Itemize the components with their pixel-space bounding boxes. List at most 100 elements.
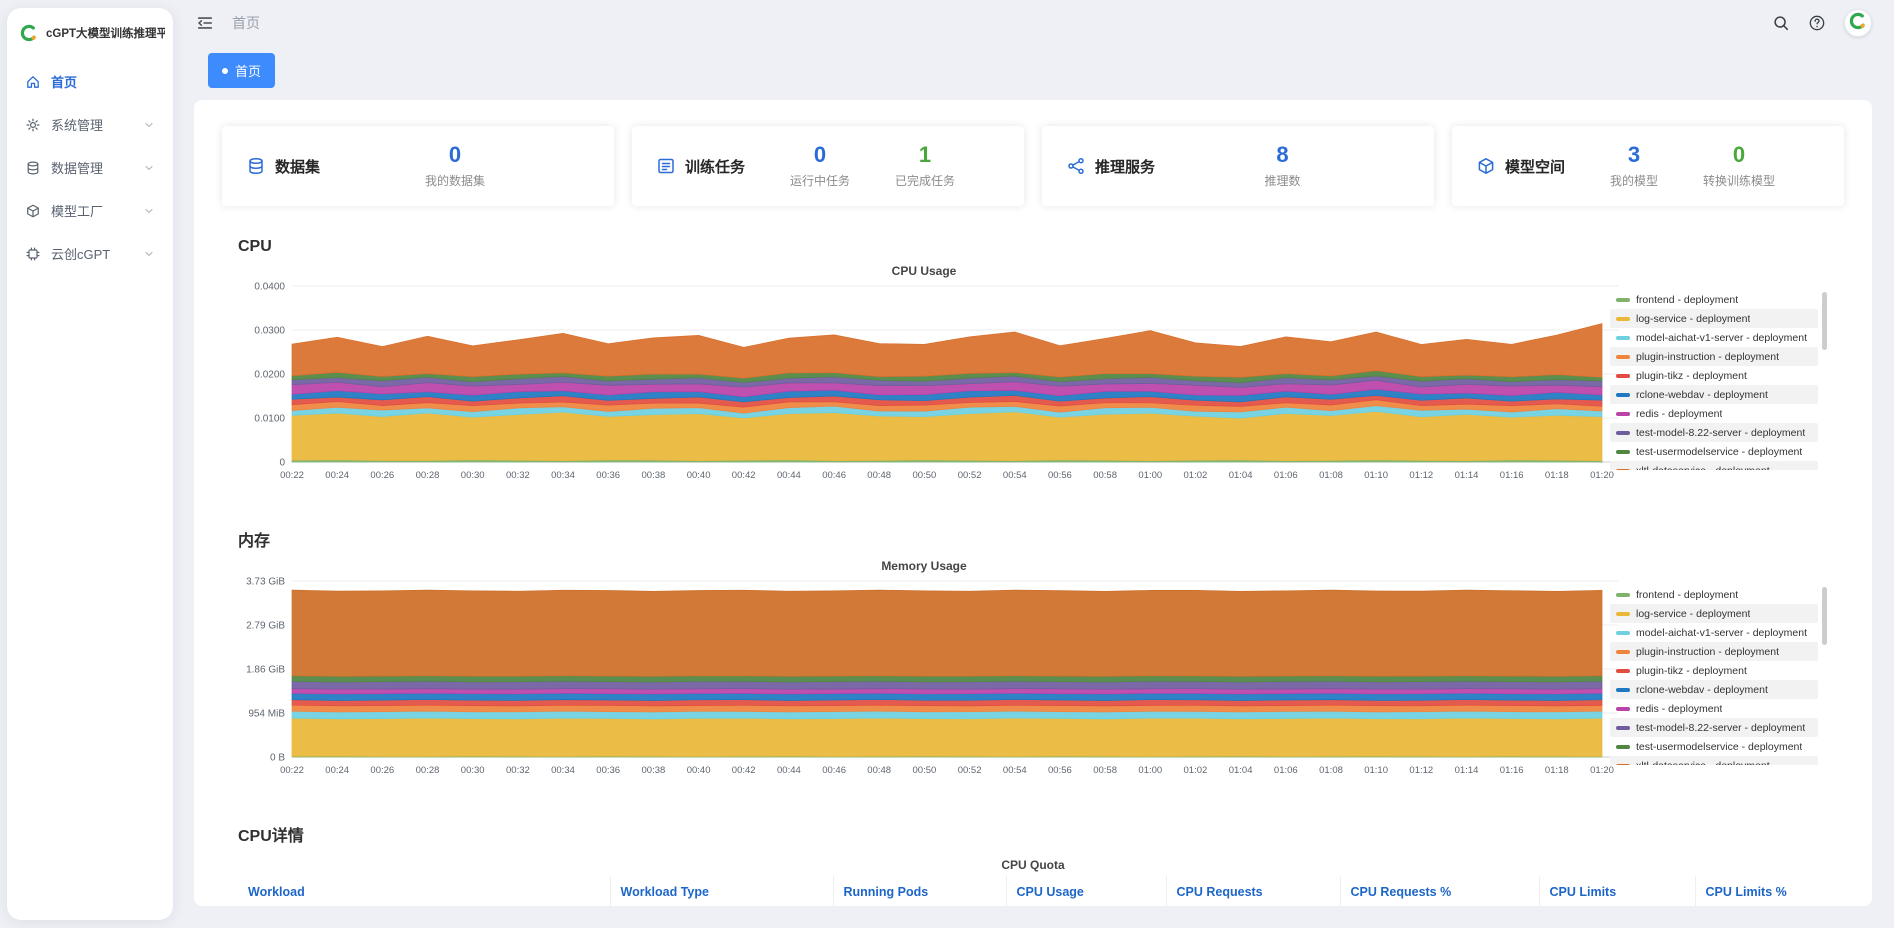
legend-item[interactable]: plugin-tikz - deployment — [1610, 661, 1818, 680]
stat-card-1[interactable]: 训练任务 0运行中任务 1已完成任务 — [632, 126, 1024, 206]
sidebar: cGPT大模型训练推理平台 首页系统管理数据管理模型工厂云创cGPT — [7, 8, 173, 920]
topbar: 首页 — [180, 0, 1894, 46]
svg-text:01:18: 01:18 — [1545, 765, 1569, 776]
table-column-header[interactable]: Workload Type — [610, 876, 833, 906]
legend-item[interactable]: plugin-tikz - deployment — [1610, 366, 1818, 385]
stat-metric: 1已完成任务 — [895, 143, 955, 189]
legend-item[interactable]: plugin-instruction - deployment — [1610, 347, 1818, 366]
stat-metric-label: 我的模型 — [1610, 172, 1658, 189]
stat-card-0[interactable]: 数据集0我的数据集 — [222, 126, 614, 206]
breadcrumb[interactable]: 首页 — [232, 13, 260, 33]
cpu-quota-table: WorkloadWorkload TypeRunning PodsCPU Usa… — [238, 876, 1858, 906]
cube-icon — [25, 203, 41, 219]
legend-item[interactable]: plugin-instruction - deployment — [1610, 642, 1818, 661]
legend-scrollbar[interactable] — [1822, 587, 1827, 645]
stat-card-2[interactable]: 推理服务 8推理数 — [1042, 126, 1434, 206]
chevron-down-icon — [143, 205, 155, 217]
sidebar-item-3[interactable]: 模型工厂 — [15, 189, 165, 232]
svg-text:00:34: 00:34 — [551, 765, 575, 776]
stats-row: 数据集0我的数据集训练任务0运行中任务1已完成任务推理服务8推理数模型空间3我的… — [222, 126, 1844, 206]
table-column-header[interactable]: CPU Requests — [1166, 876, 1340, 906]
svg-text:1.86 GiB: 1.86 GiB — [246, 665, 285, 676]
avatar-logo-icon — [1848, 11, 1868, 36]
table-column-header[interactable]: Running Pods — [833, 876, 1006, 906]
tab-active-dot — [222, 68, 228, 74]
table-column-header[interactable]: CPU Limits % — [1695, 876, 1858, 906]
dashboard-card: 数据集0我的数据集训练任务0运行中任务1已完成任务推理服务8推理数模型空间3我的… — [194, 100, 1872, 906]
svg-text:00:58: 00:58 — [1093, 765, 1117, 776]
legend-series-color — [1616, 355, 1630, 359]
stat-card-title: 训练任务 — [656, 156, 745, 177]
svg-text:3.73 GiB: 3.73 GiB — [246, 577, 285, 588]
svg-text:01:16: 01:16 — [1500, 470, 1524, 481]
legend-series-label: redis - deployment — [1636, 408, 1722, 420]
svg-text:00:56: 00:56 — [1048, 765, 1072, 776]
legend-series-color — [1616, 431, 1630, 435]
svg-text:0 B: 0 B — [270, 753, 285, 764]
stat-card-title-text: 推理服务 — [1095, 156, 1155, 177]
app-logo-row: cGPT大模型训练推理平台 — [7, 8, 173, 56]
stat-metric: 0运行中任务 — [790, 143, 850, 189]
legend-item[interactable]: test-model-8.22-server - deployment — [1610, 423, 1818, 442]
help-icon[interactable] — [1808, 14, 1826, 32]
svg-text:0.0300: 0.0300 — [254, 326, 285, 337]
chevron-down-icon — [143, 119, 155, 131]
table-column-header[interactable]: CPU Usage — [1006, 876, 1166, 906]
legend-item[interactable]: log-service - deployment — [1610, 604, 1818, 623]
sidebar-item-1[interactable]: 系统管理 — [15, 103, 165, 146]
legend-item[interactable]: redis - deployment — [1610, 404, 1818, 423]
legend-item[interactable]: log-service - deployment — [1610, 309, 1818, 328]
memory-section-title: 内存 — [238, 527, 1828, 551]
svg-text:01:18: 01:18 — [1545, 470, 1569, 481]
legend-item[interactable]: test-usermodelservice - deployment — [1610, 737, 1818, 756]
svg-text:00:40: 00:40 — [687, 765, 711, 776]
legend-item[interactable]: xltl-dataservice - deployment — [1610, 756, 1818, 765]
table-column-header[interactable]: Workload — [238, 876, 610, 906]
stat-metric: 8推理数 — [1265, 143, 1301, 189]
sidebar-item-0[interactable]: 首页 — [15, 60, 165, 103]
sidebar-item-4[interactable]: 云创cGPT — [15, 232, 165, 275]
legend-item[interactable]: model-aichat-v1-server - deployment — [1610, 328, 1818, 347]
topbar-actions — [1772, 9, 1872, 37]
legend-series-label: frontend - deployment — [1636, 294, 1738, 306]
svg-text:00:42: 00:42 — [732, 765, 756, 776]
legend-series-color — [1616, 336, 1630, 340]
stat-metric: 0转换训练模型 — [1703, 143, 1775, 189]
legend-item[interactable]: rclone-webdav - deployment — [1610, 385, 1818, 404]
svg-text:01:20: 01:20 — [1590, 470, 1614, 481]
legend-item[interactable]: rclone-webdav - deployment — [1610, 680, 1818, 699]
legend-item[interactable]: model-aichat-v1-server - deployment — [1610, 623, 1818, 642]
svg-text:2.79 GiB: 2.79 GiB — [246, 621, 285, 632]
svg-text:01:08: 01:08 — [1319, 765, 1343, 776]
legend-series-color — [1616, 650, 1630, 654]
stat-card-3[interactable]: 模型空间3我的模型0转换训练模型 — [1452, 126, 1844, 206]
legend-series-label: log-service - deployment — [1636, 313, 1750, 325]
legend-item[interactable]: frontend - deployment — [1610, 290, 1818, 309]
cpu-section: CPU CPU Usage 00.01000.02000.03000.04000… — [238, 238, 1828, 495]
stat-card-title-text: 模型空间 — [1505, 156, 1565, 177]
svg-text:01:00: 01:00 — [1138, 765, 1162, 776]
sidebar-item-2[interactable]: 数据管理 — [15, 146, 165, 189]
avatar[interactable] — [1844, 9, 1872, 37]
cpu-chart-title: CPU Usage — [238, 264, 1610, 278]
menu-fold-icon[interactable] — [196, 14, 214, 32]
svg-text:0.0100: 0.0100 — [254, 414, 285, 425]
table-column-header[interactable]: CPU Limits — [1539, 876, 1695, 906]
legend-item[interactable]: redis - deployment — [1610, 699, 1818, 718]
search-icon[interactable] — [1772, 14, 1790, 32]
stat-metric-label: 推理数 — [1265, 172, 1301, 189]
legend-item[interactable]: xltl-dataservice - deployment — [1610, 461, 1818, 470]
tab-home[interactable]: 首页 — [208, 53, 275, 88]
stat-metric-value: 0 — [1703, 143, 1775, 167]
legend-scrollbar[interactable] — [1822, 292, 1827, 350]
legend-item[interactable]: test-model-8.22-server - deployment — [1610, 718, 1818, 737]
table-column-header[interactable]: CPU Requests % — [1340, 876, 1539, 906]
dataset-icon — [246, 156, 266, 176]
legend-item[interactable]: frontend - deployment — [1610, 585, 1818, 604]
sidebar-item-label: 模型工厂 — [51, 201, 103, 220]
legend-series-label: test-model-8.22-server - deployment — [1636, 722, 1805, 734]
svg-text:01:14: 01:14 — [1455, 765, 1479, 776]
legend-series-label: model-aichat-v1-server - deployment — [1636, 627, 1807, 639]
svg-text:0.0200: 0.0200 — [254, 370, 285, 381]
legend-item[interactable]: test-usermodelservice - deployment — [1610, 442, 1818, 461]
